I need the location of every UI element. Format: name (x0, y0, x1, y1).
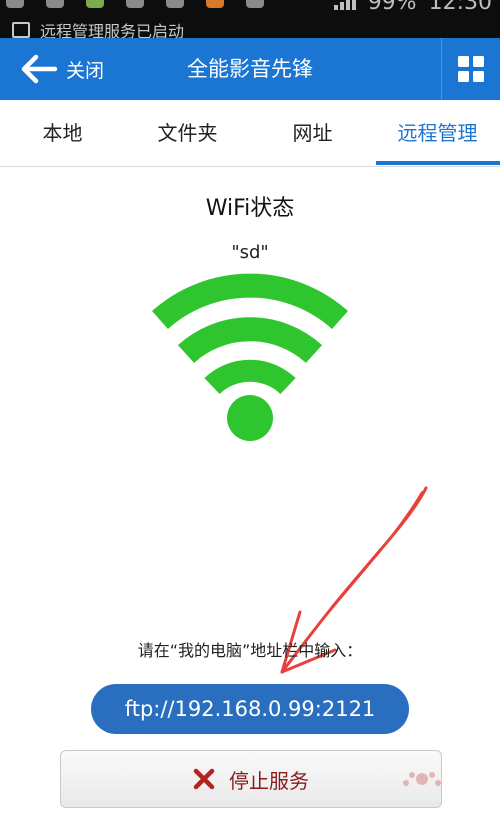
grid-icon (458, 56, 484, 82)
tab-remote-management[interactable]: 远程管理 (375, 100, 500, 166)
status-bar-notification-icons (6, 0, 264, 8)
tab-bar: 本地 文件夹 网址 远程管理 (0, 100, 500, 167)
wifi-icon (152, 273, 348, 441)
battery-text: 99% (367, 0, 417, 15)
close-x-icon (193, 768, 215, 790)
notification-icon (246, 0, 264, 8)
watermark-logo (403, 772, 441, 786)
close-label: 关闭 (66, 59, 105, 82)
arrow-left-icon (21, 54, 58, 84)
active-tab-indicator (376, 161, 500, 165)
menu-button[interactable] (441, 38, 500, 100)
close-button[interactable]: 关闭 (0, 38, 118, 100)
tab-folder[interactable]: 文件夹 (125, 100, 250, 166)
app-notification-icon (206, 0, 224, 8)
ftp-address: ftp://192.168.0.99:2121 (91, 684, 409, 734)
notification-icon (6, 0, 24, 8)
tab-url[interactable]: 网址 (250, 100, 375, 166)
notification-icon (46, 0, 64, 8)
status-bar-right: 99% 12:30 (333, 0, 492, 15)
app-notification-icon (86, 0, 104, 8)
notification-icon (166, 0, 184, 8)
clock: 12:30 (428, 0, 492, 15)
title-bar: 关闭 全能影音先锋 (0, 38, 500, 100)
notification-icon (126, 0, 144, 8)
signal-icon (333, 0, 356, 10)
tab-local[interactable]: 本地 (0, 100, 125, 166)
wifi-status-title: WiFi状态 (205, 196, 295, 221)
stop-service-label: 停止服务 (229, 768, 309, 793)
wifi-ssid: "sd" (231, 242, 269, 263)
ftp-hint-text: 请在“我的电脑”地址栏中输入： (137, 641, 363, 660)
status-bar: 99% 12:30 远程管理服务已启动 (0, 0, 500, 41)
screen-icon (12, 22, 30, 38)
